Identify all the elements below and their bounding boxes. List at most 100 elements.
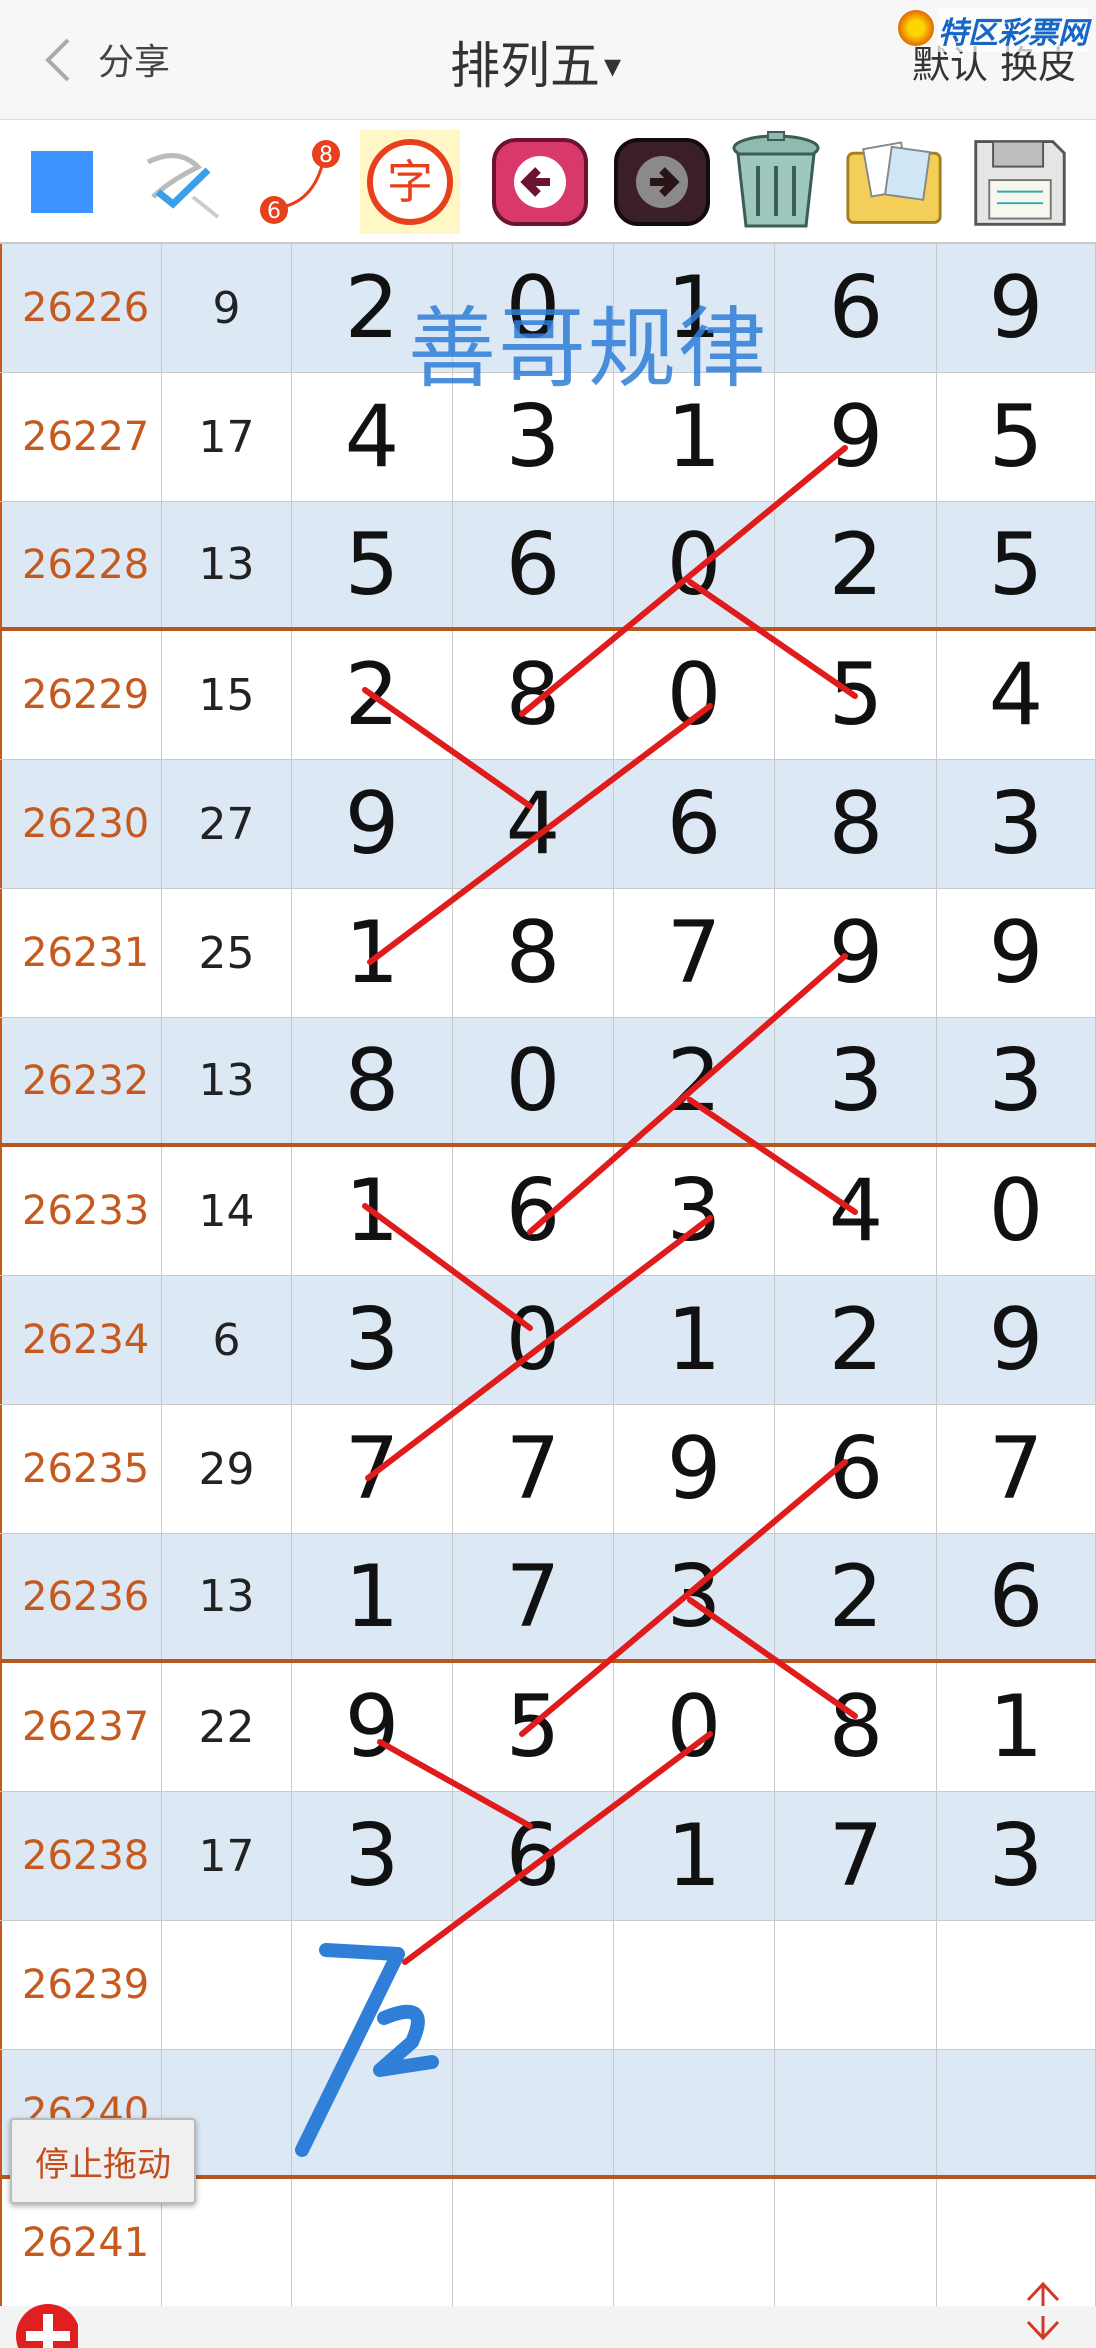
digit-cell-4[interactable]: 5 xyxy=(776,631,937,759)
scroll-arrows-icon[interactable] xyxy=(1018,2276,1068,2346)
add-plus-icon[interactable] xyxy=(8,2296,78,2348)
digit-cell-4[interactable] xyxy=(776,1921,937,2049)
digit-cell-3[interactable] xyxy=(614,2179,775,2307)
photos-button[interactable] xyxy=(844,130,944,234)
digit-cell-5[interactable]: 3 xyxy=(937,760,1096,888)
sum-value: 6 xyxy=(162,1276,292,1404)
digit-cell-4[interactable]: 9 xyxy=(776,889,937,1017)
digit-cell-4[interactable] xyxy=(776,2179,937,2307)
color-picker-button[interactable] xyxy=(12,130,112,234)
text-tool-button[interactable]: 字 xyxy=(360,130,460,234)
digit-cell-5[interactable]: 5 xyxy=(937,502,1096,627)
digit-cell-4[interactable]: 2 xyxy=(776,1276,937,1404)
trash-can-icon xyxy=(732,131,820,228)
digit-cell-1[interactable]: 2 xyxy=(292,631,453,759)
digit-cell-1[interactable]: 8 xyxy=(292,1018,453,1143)
digit-cell-5[interactable]: 7 xyxy=(937,1405,1096,1533)
digit-cell-2[interactable]: 0 xyxy=(453,1276,614,1404)
digit-cell-3[interactable] xyxy=(614,1921,775,2049)
digit-cell-1[interactable]: 3 xyxy=(292,1276,453,1404)
digit-cell-2[interactable] xyxy=(453,2050,614,2175)
digit-cell-3[interactable] xyxy=(614,2050,775,2175)
redo-button[interactable] xyxy=(612,130,712,234)
digit-cell-4[interactable]: 9 xyxy=(776,373,937,501)
digit-cell-1[interactable] xyxy=(292,1921,453,2049)
digit-cell-2[interactable]: 4 xyxy=(453,760,614,888)
digit-cell-2[interactable]: 6 xyxy=(453,502,614,627)
digit-cell-3[interactable]: 3 xyxy=(614,1147,775,1275)
digit-cell-5[interactable]: 9 xyxy=(937,244,1096,372)
digit-cell-5[interactable]: 4 xyxy=(937,631,1096,759)
digit-cell-2[interactable]: 6 xyxy=(453,1792,614,1920)
stop-drag-button[interactable]: 停止拖动 xyxy=(10,2118,196,2204)
digit-cell-3[interactable]: 0 xyxy=(614,631,775,759)
digit-cell-5[interactable] xyxy=(937,1921,1096,2049)
lottery-type-selector[interactable]: 排列五 ▾ xyxy=(450,26,621,98)
digit-cell-3[interactable]: 1 xyxy=(614,1276,775,1404)
floppy-disk-icon xyxy=(974,140,1066,226)
photos-folder-icon xyxy=(846,141,942,224)
digit-cell-3[interactable]: 6 xyxy=(614,760,775,888)
digit-cell-1[interactable]: 1 xyxy=(292,1534,453,1659)
digit-cell-1[interactable]: 1 xyxy=(292,1147,453,1275)
save-button[interactable] xyxy=(970,130,1070,234)
digit-cell-2[interactable]: 7 xyxy=(453,1534,614,1659)
digit-cell-5[interactable]: 5 xyxy=(937,373,1096,501)
digit-cell-1[interactable]: 5 xyxy=(292,502,453,627)
digit-cell-4[interactable]: 4 xyxy=(776,1147,937,1275)
digit-cell-3[interactable]: 7 xyxy=(614,889,775,1017)
pen-tool-button[interactable] xyxy=(136,130,236,234)
digit-cell-2[interactable]: 6 xyxy=(453,1147,614,1275)
digit-cell-3[interactable]: 2 xyxy=(614,1018,775,1143)
digit-cell-5[interactable]: 1 xyxy=(937,1663,1096,1791)
issue-number: 26229 xyxy=(0,631,162,759)
digit-cell-4[interactable]: 7 xyxy=(776,1792,937,1920)
digit-cell-4[interactable]: 6 xyxy=(776,244,937,372)
digit-cell-1[interactable]: 9 xyxy=(292,1663,453,1791)
char-icon: 字 xyxy=(367,139,453,225)
number-counter-button[interactable]: 86 xyxy=(252,130,352,234)
digit-cell-2[interactable] xyxy=(453,2179,614,2307)
digit-cell-2[interactable]: 7 xyxy=(453,1405,614,1533)
digit-cell-4[interactable]: 2 xyxy=(776,1534,937,1659)
digit-cell-4[interactable]: 8 xyxy=(776,1663,937,1791)
digit-cell-3[interactable]: 0 xyxy=(614,1663,775,1791)
digit-cell-1[interactable]: 1 xyxy=(292,889,453,1017)
digit-cell-2[interactable]: 5 xyxy=(453,1663,614,1791)
digit-cell-5[interactable]: 3 xyxy=(937,1018,1096,1143)
digit-cell-2[interactable]: 8 xyxy=(453,631,614,759)
digit-cell-5[interactable] xyxy=(937,2050,1096,2175)
table-row: 26234 6 3 0 1 2 9 xyxy=(0,1276,1096,1405)
undo-button[interactable] xyxy=(490,130,590,234)
digit-cell-2[interactable] xyxy=(453,1921,614,2049)
counter-icon: 86 xyxy=(260,140,340,224)
page-title: 排列五 xyxy=(450,37,600,95)
digit-cell-5[interactable]: 3 xyxy=(937,1792,1096,1920)
digit-cell-4[interactable]: 2 xyxy=(776,502,937,627)
digit-cell-5[interactable]: 9 xyxy=(937,1276,1096,1404)
digit-cell-3[interactable]: 0 xyxy=(614,502,775,627)
pen-check-icon xyxy=(146,153,220,219)
digit-cell-4[interactable] xyxy=(776,2050,937,2175)
digit-cell-5[interactable]: 0 xyxy=(937,1147,1096,1275)
digit-cell-5[interactable]: 6 xyxy=(937,1534,1096,1659)
digit-cell-1[interactable] xyxy=(292,2050,453,2175)
digit-cell-2[interactable]: 8 xyxy=(453,889,614,1017)
digit-cell-4[interactable]: 6 xyxy=(776,1405,937,1533)
digit-cell-4[interactable]: 3 xyxy=(776,1018,937,1143)
digit-cell-1[interactable] xyxy=(292,2179,453,2307)
digit-cell-4[interactable]: 8 xyxy=(776,760,937,888)
back-chevron-icon[interactable] xyxy=(36,34,82,86)
digit-cell-1[interactable]: 3 xyxy=(292,1792,453,1920)
issue-number: 26230 xyxy=(0,760,162,888)
digit-cell-2[interactable]: 0 xyxy=(453,1018,614,1143)
digit-cell-3[interactable]: 3 xyxy=(614,1534,775,1659)
digit-cell-5[interactable] xyxy=(937,2179,1096,2307)
clear-trash-button[interactable] xyxy=(726,130,826,234)
share-link[interactable]: 分享 xyxy=(98,33,170,85)
digit-cell-3[interactable]: 9 xyxy=(614,1405,775,1533)
digit-cell-1[interactable]: 9 xyxy=(292,760,453,888)
digit-cell-5[interactable]: 9 xyxy=(937,889,1096,1017)
digit-cell-3[interactable]: 1 xyxy=(614,1792,775,1920)
digit-cell-1[interactable]: 7 xyxy=(292,1405,453,1533)
